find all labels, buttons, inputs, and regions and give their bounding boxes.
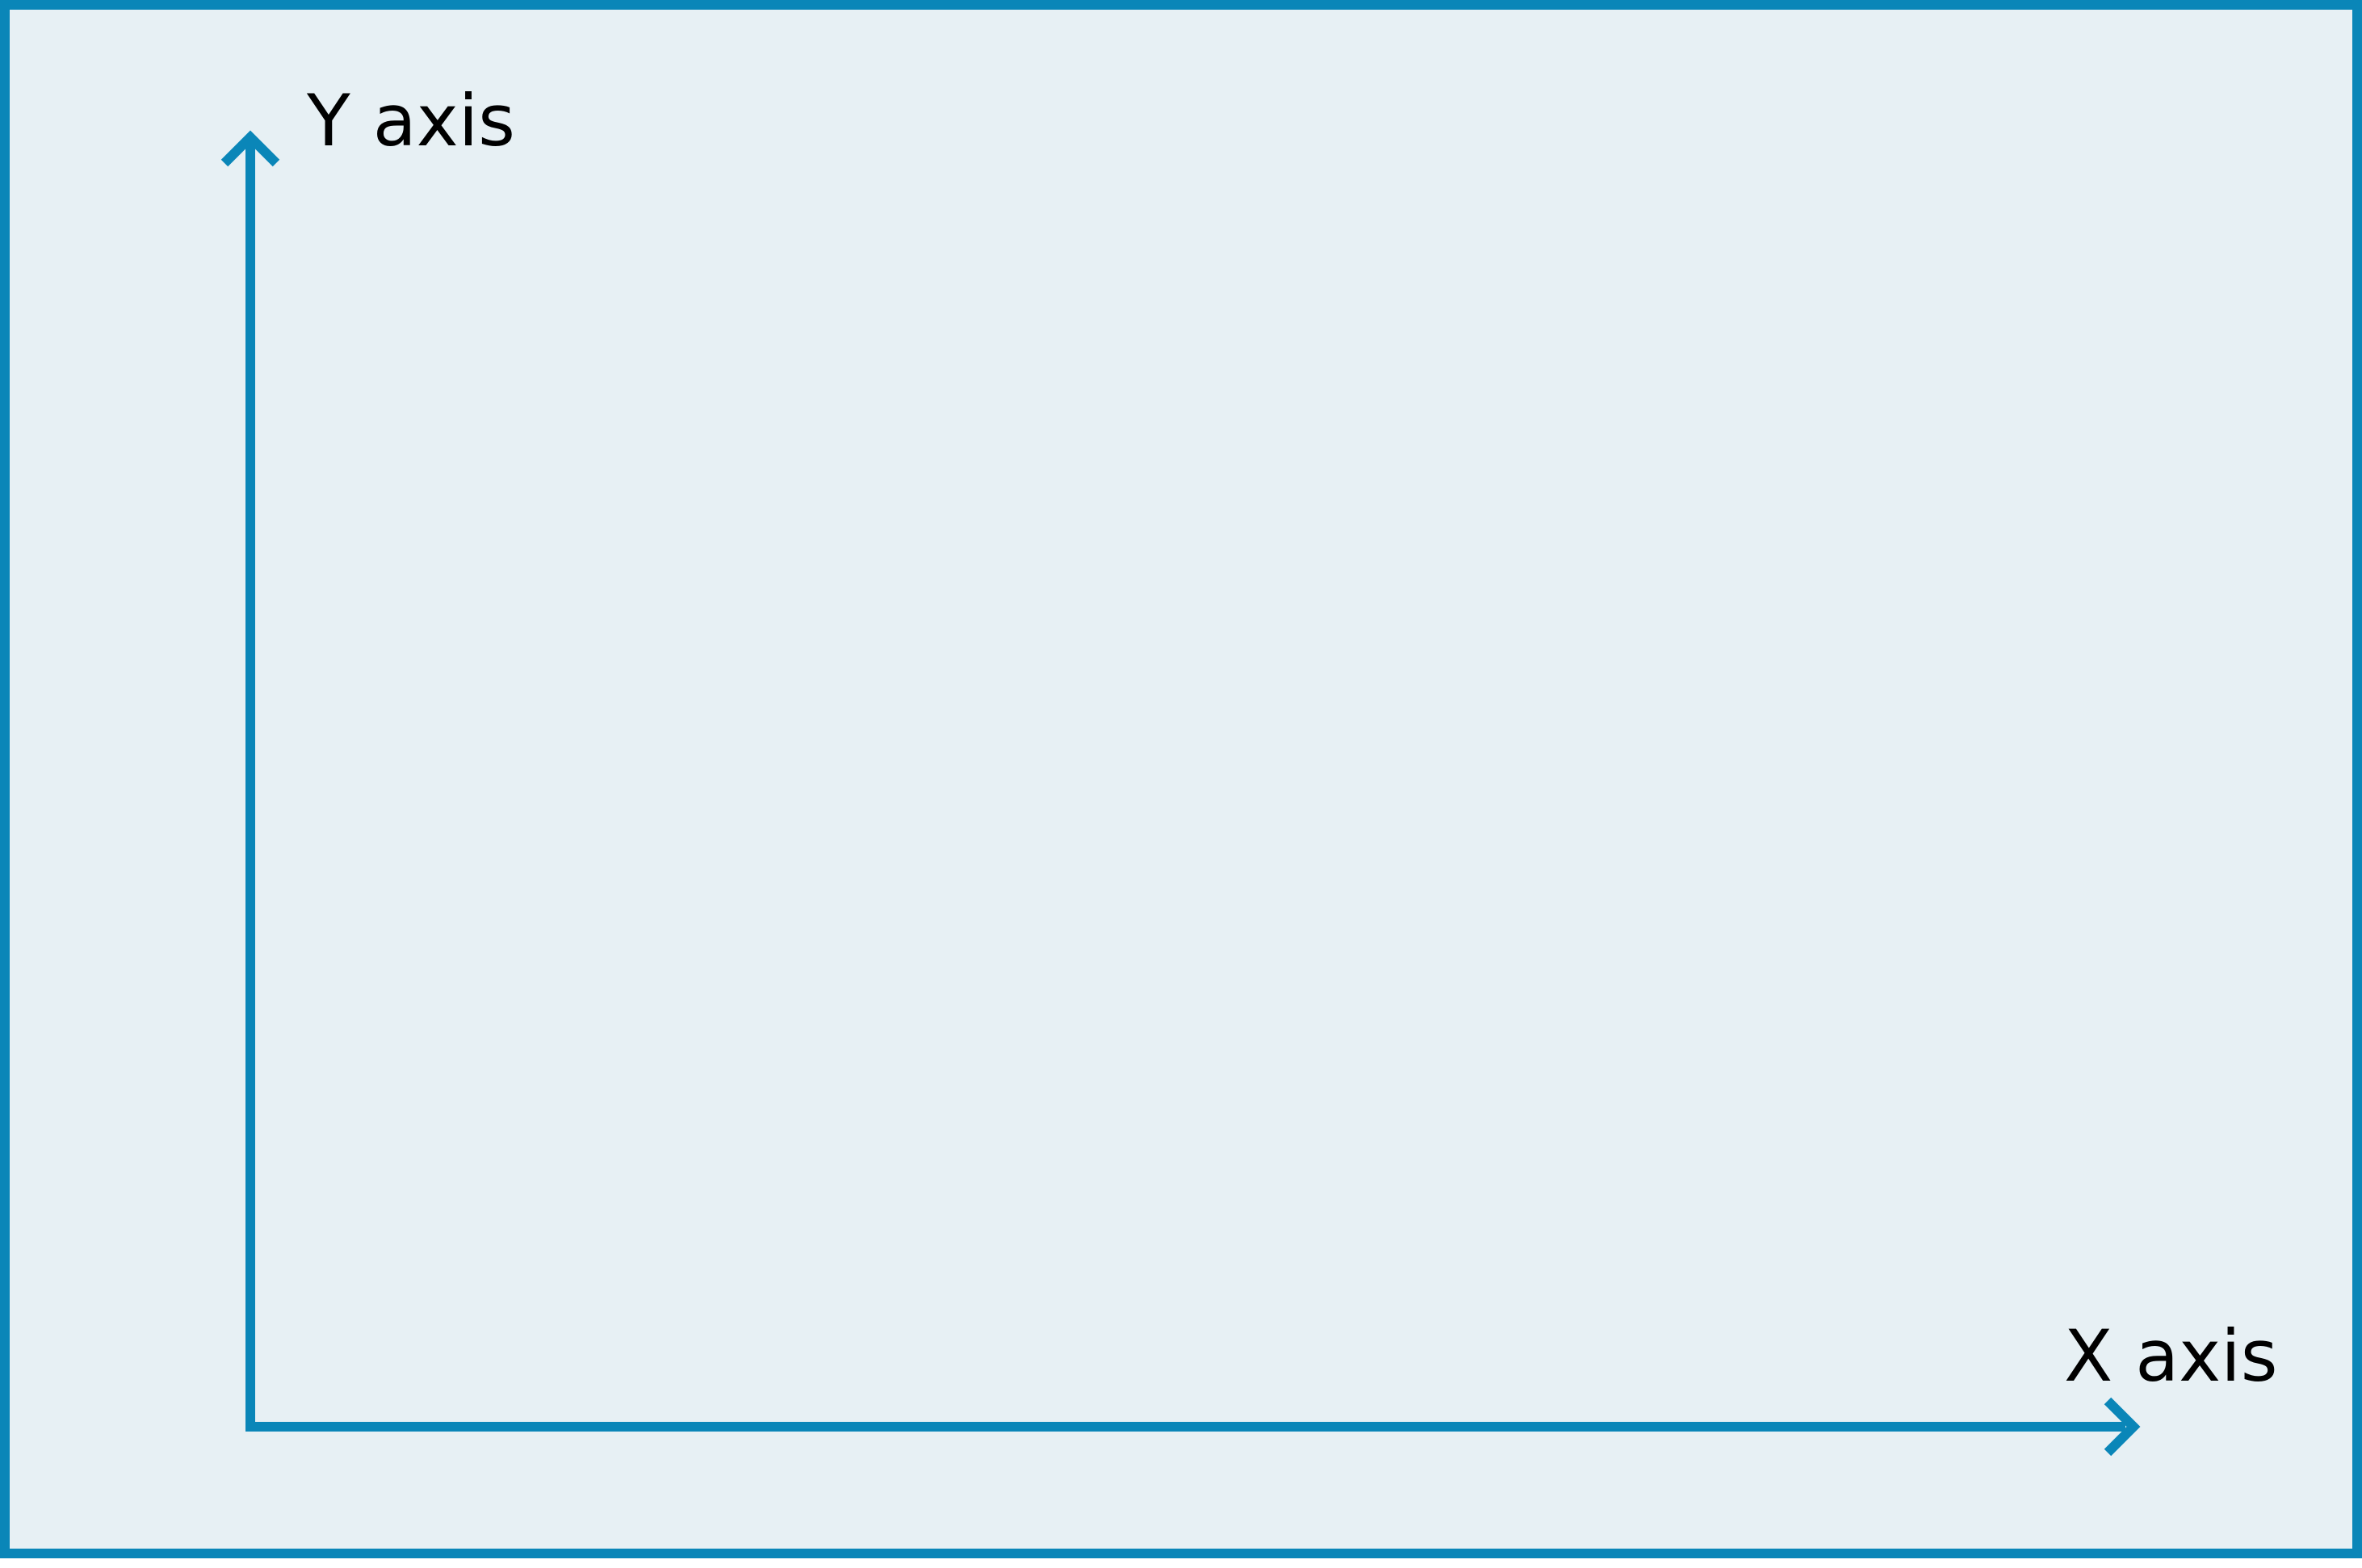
diagram-canvas: Y axis X axis (0, 0, 2362, 1558)
x-axis-label: X axis (2064, 1314, 2278, 1398)
axes-graphic (220, 130, 2141, 1457)
y-axis-label: Y axis (307, 79, 516, 162)
